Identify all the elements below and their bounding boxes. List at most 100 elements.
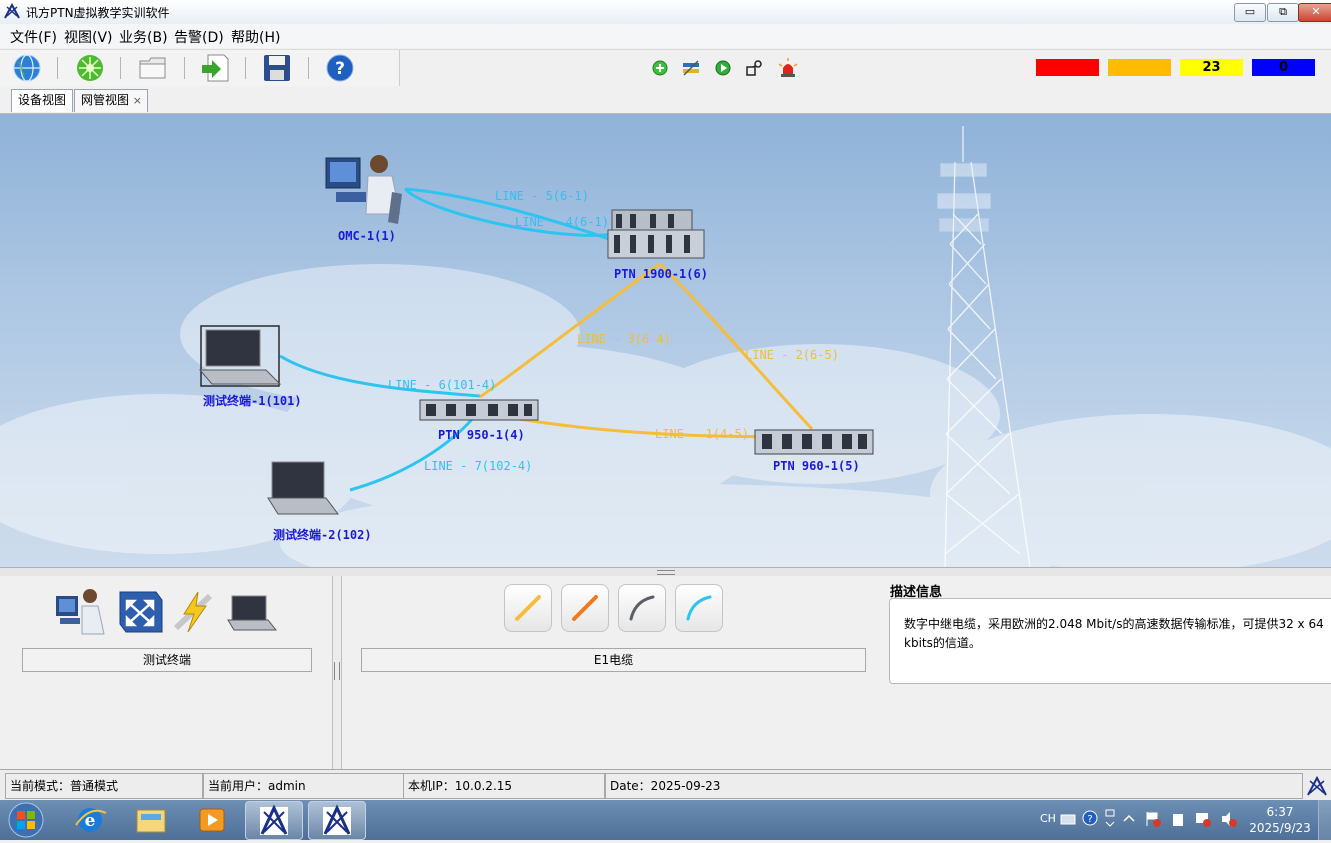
- device-caption: 测试终端: [22, 648, 312, 672]
- view-tabs: 设备视图 网管视图 ×: [0, 86, 1331, 114]
- ie-icon: e: [75, 808, 107, 832]
- xunfang-logo-icon: [4, 3, 20, 19]
- restore-button[interactable]: ⧉: [1267, 3, 1299, 22]
- gray-cable-icon[interactable]: [618, 584, 666, 632]
- folder-icon[interactable]: [138, 53, 168, 83]
- node-label-ptn960[interactable]: PTN 960-1(5): [773, 459, 860, 473]
- title-bar: 讯方PTN虚拟教学实训软件 ▭ ⧉ ✕: [0, 0, 1331, 25]
- node-label-ptn950[interactable]: PTN 950-1(4): [438, 428, 525, 442]
- omc-node-icon: [325, 155, 402, 224]
- menu-view[interactable]: 视图(V): [64, 27, 113, 47]
- clock-date: 2025/9/23: [1249, 821, 1311, 835]
- link-label-3[interactable]: LINE - 3(6-4): [577, 332, 671, 346]
- node-label-omc[interactable]: OMC-1(1): [338, 229, 396, 243]
- cable-palette-panel: E1电缆: [342, 576, 877, 769]
- menu-alarm[interactable]: 告警(D): [174, 27, 224, 47]
- device-palette-panel: 测试终端: [0, 576, 333, 769]
- xunfang-logo-icon: [1307, 776, 1327, 796]
- link-label-2[interactable]: LINE - 2(6-5): [745, 348, 839, 362]
- add-icon[interactable]: [650, 58, 670, 78]
- ptn1900-node-icon: [607, 209, 705, 259]
- svg-text:?: ?: [1087, 814, 1092, 825]
- topology-canvas[interactable]: OMC-1(1) PTN 1900-1(6) PTN 950-1(4) PTN …: [0, 114, 1331, 567]
- laptop-icon[interactable]: [226, 594, 278, 634]
- status-user: 当前用户：admin: [203, 773, 404, 799]
- tab-nms-view-label: 网管视图: [81, 93, 130, 107]
- alarm-light-icon[interactable]: [778, 58, 798, 78]
- taskbar-xunfang-2[interactable]: [308, 801, 366, 840]
- clock-time: 6:37: [1266, 805, 1294, 819]
- critical-alarm-count[interactable]: [1036, 59, 1099, 76]
- minor-alarm-count[interactable]: 23: [1180, 59, 1243, 76]
- taskbar-xunfang-1[interactable]: [245, 801, 303, 840]
- minimize-button[interactable]: ▭: [1234, 3, 1266, 22]
- taskbar-explorer[interactable]: [123, 801, 179, 838]
- tab-nms-view[interactable]: 网管视图 ×: [74, 89, 149, 112]
- status-ip: 本机IP：10.0.2.15: [403, 773, 605, 799]
- globe-icon[interactable]: [12, 53, 42, 83]
- help-tray-icon[interactable]: ?: [1082, 810, 1098, 826]
- menu-file[interactable]: 文件(F): [10, 27, 57, 47]
- yellow-cable-icon[interactable]: [504, 584, 552, 632]
- network-tray-icon[interactable]: [1194, 810, 1212, 828]
- volume-muted-icon[interactable]: [1220, 810, 1238, 828]
- explorer-icon: [136, 809, 166, 833]
- lightning-icon[interactable]: [170, 588, 218, 636]
- node-label-terminal1[interactable]: 测试终端-1(101): [203, 392, 302, 409]
- blue-cable-icon[interactable]: [675, 584, 723, 632]
- toolbar: ? 23 0: [0, 49, 1331, 87]
- taskbar-media[interactable]: [184, 801, 240, 838]
- warning-alarm-count[interactable]: 0: [1252, 59, 1315, 76]
- status-bar: 当前模式：普通模式 当前用户：admin 本机IP：10.0.2.15 Date…: [0, 769, 1331, 800]
- ptn950-node-icon: [419, 399, 539, 421]
- input-method-icon[interactable]: [1104, 808, 1116, 830]
- switch-icon[interactable]: [112, 586, 164, 638]
- media-icon: [199, 808, 225, 832]
- menu-service[interactable]: 业务(B): [119, 27, 168, 47]
- config-icon[interactable]: [744, 58, 764, 78]
- network-icon[interactable]: [75, 53, 105, 83]
- operator-icon[interactable]: [54, 586, 106, 638]
- orange-cable-icon[interactable]: [561, 584, 609, 632]
- link-label-4[interactable]: LINE - 4(6-1): [515, 215, 609, 229]
- device-icon[interactable]: [1170, 810, 1186, 828]
- menu-bar: 文件(F) 视图(V) 业务(B) 告警(D) 帮助(H): [0, 24, 1331, 48]
- taskbar-ie[interactable]: e: [62, 801, 118, 838]
- vertical-splitter[interactable]: [333, 576, 342, 769]
- xunfang-app-icon: [323, 804, 351, 835]
- keyboard-icon[interactable]: [1060, 812, 1076, 826]
- system-clock[interactable]: 6:37 2025/9/23: [1244, 804, 1316, 836]
- cable-caption: E1电缆: [361, 648, 866, 672]
- node-label-ptn1900[interactable]: PTN 1900-1(6): [614, 267, 708, 281]
- description-panel: 描述信息 数字中继电缆，采用欧洲的2.048 Mbit/s的高速数据传输标准，可…: [877, 576, 1331, 769]
- start-icon[interactable]: [6, 802, 46, 838]
- toolbar-main-group: ?: [0, 50, 400, 87]
- show-hidden-icons[interactable]: [1122, 812, 1136, 824]
- description-text: 数字中继电缆，采用欧洲的2.048 Mbit/s的高速数据传输标准，可提供32 …: [904, 617, 1324, 650]
- help-icon[interactable]: ?: [325, 53, 355, 83]
- ptn960-node-icon: [754, 429, 874, 455]
- link-label-1[interactable]: LINE - 1(4-5): [655, 427, 749, 441]
- play-icon[interactable]: [713, 58, 733, 78]
- splitter-grip-icon: [334, 662, 340, 680]
- show-desktop-button[interactable]: [1318, 800, 1331, 840]
- menu-help[interactable]: 帮助(H): [231, 27, 280, 47]
- windows-taskbar: e CH ? 6:37 2025/9/23: [0, 800, 1331, 840]
- link-label-7[interactable]: LINE - 7(102-4): [424, 459, 532, 473]
- link-label-6[interactable]: LINE - 6(101-4): [388, 378, 496, 392]
- transfer-icon[interactable]: [681, 58, 701, 78]
- action-center-icon[interactable]: [1144, 810, 1162, 828]
- status-mode: 当前模式：普通模式: [5, 773, 203, 799]
- close-button[interactable]: ✕: [1298, 3, 1331, 22]
- status-date: Date：2025-09-23: [605, 773, 1303, 799]
- xunfang-app-icon: [260, 804, 288, 835]
- link-label-5[interactable]: LINE - 5(6-1): [495, 189, 589, 203]
- node-label-terminal2[interactable]: 测试终端-2(102): [273, 526, 372, 543]
- tab-device-view[interactable]: 设备视图: [11, 89, 74, 112]
- language-indicator[interactable]: CH: [1040, 812, 1056, 825]
- major-alarm-count[interactable]: [1108, 59, 1171, 76]
- export-icon[interactable]: [200, 53, 230, 83]
- save-icon[interactable]: [262, 53, 292, 83]
- tab-close-icon[interactable]: ×: [133, 90, 142, 111]
- window-title: 讯方PTN虚拟教学实训软件: [26, 6, 170, 20]
